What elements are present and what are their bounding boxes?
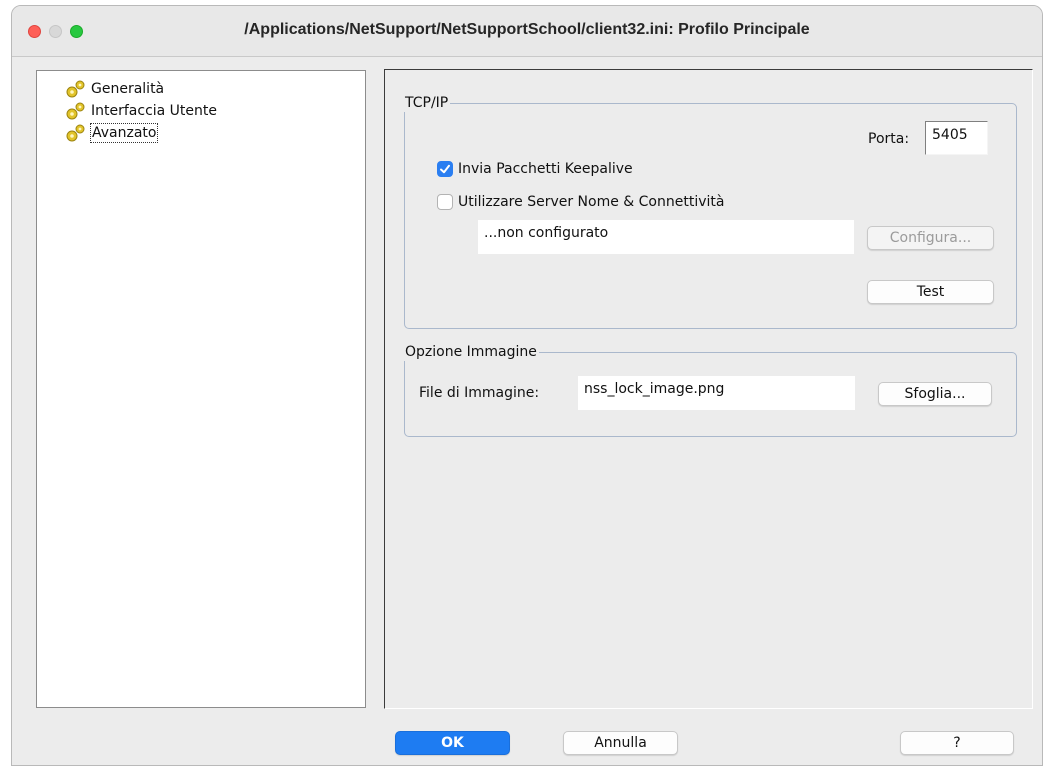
gear-icon	[65, 123, 87, 143]
porta-input[interactable]: 5405	[925, 121, 988, 155]
tree-label: Interfaccia Utente	[91, 103, 218, 119]
browse-button[interactable]: Sfoglia...	[878, 382, 992, 406]
tree-label: Avanzato	[89, 123, 159, 143]
cancel-button[interactable]: Annulla	[563, 731, 678, 755]
tree-label: Generalità	[91, 81, 165, 97]
configura-button[interactable]: Configura...	[867, 226, 994, 250]
checkmark-icon	[440, 164, 450, 174]
window-title: /Applications/NetSupport/NetSupportSchoo…	[244, 21, 810, 38]
dialog-window: /Applications/NetSupport/NetSupportSchoo…	[11, 5, 1043, 766]
server-status-field: ...non configurato	[478, 220, 854, 254]
tcpip-legend: TCP/IP	[403, 94, 451, 112]
image-option-legend: Opzione Immagine	[403, 343, 539, 361]
tree-item-interfaccia-utente[interactable]: Interfaccia Utente	[65, 101, 217, 121]
file-image-label: File di Immagine:	[419, 385, 540, 401]
settings-panel: TCP/IP Porta: 5405 Invia Pacchetti Keepa…	[384, 69, 1033, 709]
gear-icon	[65, 101, 87, 121]
server-label[interactable]: Utilizzare Server Nome & Connettività	[458, 193, 724, 211]
keepalive-label[interactable]: Invia Pacchetti Keepalive	[458, 160, 633, 178]
settings-tree[interactable]: Generalità Interfaccia Utente Avanzato	[36, 70, 366, 708]
ok-button[interactable]: OK	[395, 731, 510, 755]
title-bar[interactable]: /Applications/NetSupport/NetSupportSchoo…	[12, 6, 1042, 57]
server-checkbox[interactable]	[437, 194, 453, 210]
tree-item-generalita[interactable]: Generalità	[65, 79, 164, 99]
keepalive-checkbox[interactable]	[437, 161, 453, 177]
image-option-group: Opzione Immagine File di Immagine: nss_l…	[403, 343, 1017, 437]
gear-icon	[65, 79, 87, 99]
tcpip-group: TCP/IP Porta: 5405 Invia Pacchetti Keepa…	[403, 94, 1017, 329]
porta-label: Porta:	[868, 131, 910, 147]
test-button[interactable]: Test	[867, 280, 994, 304]
file-image-input[interactable]: nss_lock_image.png	[578, 376, 855, 410]
tree-item-avanzato[interactable]: Avanzato	[65, 123, 159, 143]
help-button[interactable]: ?	[900, 731, 1014, 755]
